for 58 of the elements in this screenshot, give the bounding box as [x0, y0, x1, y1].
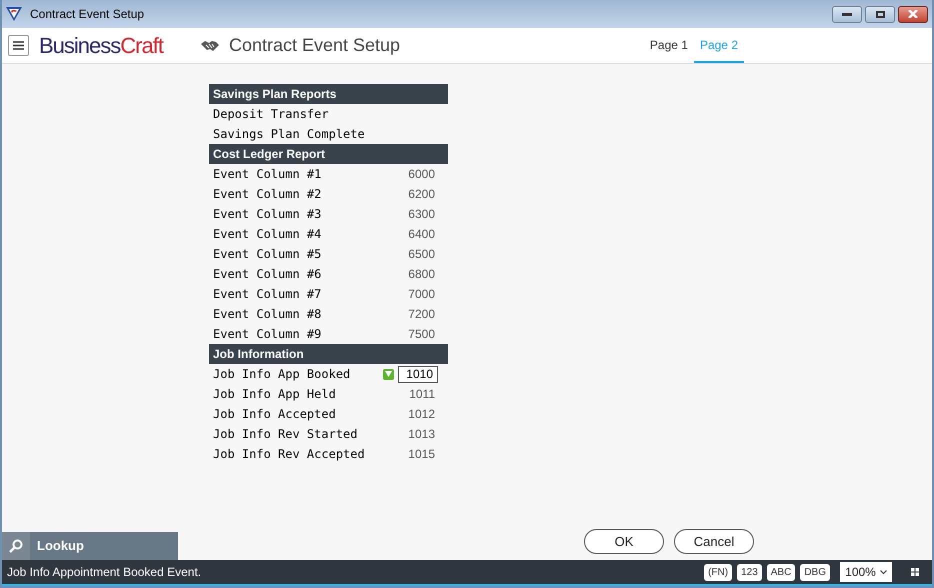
search-icon — [9, 539, 23, 553]
field-label: Job Info App Held — [213, 386, 337, 403]
field-label: Event Column #7 — [213, 286, 322, 303]
field-value: 6800 — [407, 266, 435, 283]
field-label: Deposit Transfer — [213, 106, 330, 123]
field-label: Event Column #5 — [213, 246, 322, 263]
field-label: Event Column #2 — [213, 186, 322, 203]
field-label: Job Info App Booked — [213, 366, 352, 383]
field-label: Event Column #9 — [213, 326, 322, 343]
dialog-button[interactable]: Cancel — [674, 529, 754, 554]
field-value: 6200 — [407, 186, 435, 203]
section-header: Job Information — [209, 344, 448, 364]
value-input[interactable]: 1010 — [398, 366, 438, 382]
field-value: 1011 — [408, 386, 435, 403]
field-value: 7200 — [407, 306, 435, 323]
field-label: Event Column #1 — [213, 166, 322, 183]
minimize-button[interactable] — [832, 6, 862, 22]
handshake-icon — [200, 40, 219, 52]
field-value: 1013 — [407, 426, 435, 443]
menu-icon — [13, 41, 24, 50]
field-label: Job Info Accepted — [213, 406, 337, 423]
chevron-down-icon — [880, 570, 887, 574]
app-logo-icon — [6, 7, 22, 21]
mode-indicator[interactable]: (FN) — [704, 564, 732, 580]
field-value: 7000 — [407, 286, 435, 303]
field-label: Event Column #6 — [213, 266, 322, 283]
window-title: Contract Event Setup — [30, 6, 144, 23]
field-value: 6300 — [407, 206, 435, 223]
close-button[interactable] — [898, 6, 928, 22]
brand-logo: BusinessCraft — [39, 32, 163, 60]
field-value: 1012 — [407, 406, 435, 423]
close-icon — [908, 10, 918, 18]
field-value: 7500 — [407, 326, 435, 343]
zoom-select[interactable]: 100% — [840, 562, 892, 582]
field-label: Event Column #4 — [213, 226, 322, 243]
lookup-button[interactable]: Lookup — [2, 532, 178, 560]
menu-button[interactable] — [8, 35, 29, 56]
grid-icon — [911, 568, 919, 576]
page-title: Contract Event Setup — [228, 34, 400, 57]
field-value: 6500 — [407, 246, 435, 263]
field-value: 6000 — [407, 166, 435, 183]
mode-indicator[interactable]: DBG — [800, 564, 830, 580]
section-header: Cost Ledger Report — [209, 144, 448, 164]
field-label: Job Info Rev Accepted — [213, 446, 366, 463]
field-label: Event Column #3 — [213, 206, 322, 223]
field-label: Job Info Rev Started — [213, 426, 358, 443]
status-message: Job Info Appointment Booked Event. — [7, 564, 202, 581]
page-tab[interactable]: Page 1 — [644, 28, 694, 63]
dialog-button[interactable]: OK — [584, 529, 664, 554]
dropdown-icon[interactable] — [383, 368, 394, 380]
mode-indicator[interactable]: 123 — [737, 564, 762, 580]
field-label: Event Column #8 — [213, 306, 322, 323]
field-value: 1015 — [407, 446, 435, 463]
mode-indicator[interactable]: ABC — [766, 564, 796, 580]
field-label: Savings Plan Complete — [213, 126, 366, 143]
maximize-button[interactable] — [865, 6, 895, 22]
section-header: Savings Plan Reports — [209, 84, 448, 104]
field-value: 6400 — [407, 226, 435, 243]
